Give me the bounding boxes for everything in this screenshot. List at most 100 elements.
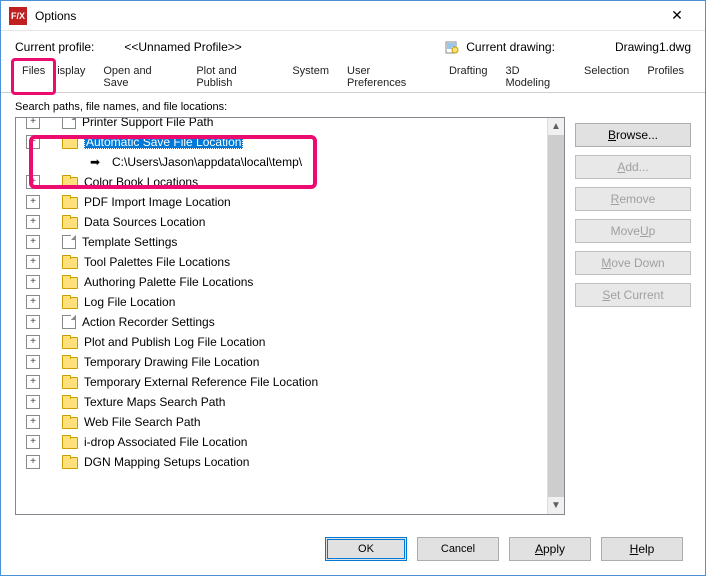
- tree-row[interactable]: +Authoring Palette File Locations: [20, 272, 547, 292]
- tab-display[interactable]: isplay: [54, 60, 94, 93]
- expand-icon[interactable]: +: [26, 255, 40, 269]
- side-buttons: Browse...Add...RemoveMove UpMove DownSet…: [575, 101, 691, 515]
- folder-icon: [62, 355, 78, 369]
- expand-icon[interactable]: +: [26, 355, 40, 369]
- tree-row[interactable]: + Action Recorder Settings: [20, 312, 547, 332]
- tree-item-label: Texture Maps Search Path: [84, 395, 225, 409]
- tree-item-label: DGN Mapping Setups Location: [84, 455, 249, 469]
- move-down-button: Move Down: [575, 251, 691, 275]
- expand-icon[interactable]: +: [26, 375, 40, 389]
- expand-icon[interactable]: +: [26, 395, 40, 409]
- tree-row[interactable]: + Color Book Locations: [20, 172, 547, 192]
- help-button[interactable]: Help: [601, 537, 683, 561]
- folder-icon: [62, 455, 78, 469]
- tree-row[interactable]: + Temporary External Reference File Locat…: [20, 372, 547, 392]
- tree-row[interactable]: + Data Sources Location: [20, 212, 547, 232]
- tab-files[interactable]: Files: [13, 60, 54, 93]
- file-icon: [62, 235, 76, 249]
- content-area: Search paths, file names, and file locat…: [1, 93, 705, 529]
- folder-icon: [62, 335, 78, 349]
- tree-row[interactable]: + Temporary Drawing File Location: [20, 352, 547, 372]
- collapse-icon[interactable]: −: [26, 135, 40, 149]
- tree-row[interactable]: + Texture Maps Search Path: [20, 392, 547, 412]
- tree-item-label: PDF Import Image Location: [84, 195, 231, 209]
- tab-3d-modeling[interactable]: 3D Modeling: [496, 60, 575, 93]
- tree-item-label: Template Settings: [82, 235, 177, 249]
- expand-icon[interactable]: +: [26, 415, 40, 429]
- tab-profiles[interactable]: Profiles: [638, 60, 693, 93]
- folder-icon: [62, 375, 78, 389]
- tree-caption: Search paths, file names, and file locat…: [15, 101, 565, 113]
- tree-view[interactable]: + Printer Support File Path − Automatic Sav…: [15, 117, 565, 515]
- scroll-thumb[interactable]: [548, 135, 564, 497]
- expand-icon[interactable]: +: [26, 435, 40, 449]
- tree-row[interactable]: + PDF Import Image Location: [20, 192, 547, 212]
- tree-item-label: Temporary Drawing File Location: [84, 355, 259, 369]
- folder-icon: [62, 275, 78, 289]
- expand-icon[interactable]: +: [26, 235, 40, 249]
- folder-icon: [62, 415, 78, 429]
- tree-row[interactable]: + Web File Search Path: [20, 412, 547, 432]
- remove-button: Remove: [575, 187, 691, 211]
- folder-icon: [62, 175, 78, 189]
- tree-row[interactable]: + Plot and Publish Log File Location: [20, 332, 547, 352]
- tree-row[interactable]: + i-drop Associated File Location: [20, 432, 547, 452]
- expand-icon[interactable]: +: [26, 175, 40, 189]
- tree-item-label: Log File Location: [84, 295, 175, 309]
- tree-row[interactable]: + DGN Mapping Setups Location: [20, 452, 547, 472]
- current-profile-label: Current profile:: [15, 40, 94, 54]
- tree-item-label: i-drop Associated File Location: [84, 435, 247, 449]
- tree-item-label: Plot and Publish Log File Location: [84, 335, 265, 349]
- folder-icon: [62, 435, 78, 449]
- move-up-button: Move Up: [575, 219, 691, 243]
- tree-row[interactable]: ➡C:\Users\Jason\appdata\local\temp\: [20, 152, 547, 172]
- expand-icon[interactable]: +: [26, 275, 40, 289]
- scrollbar[interactable]: ▲ ▼: [547, 118, 564, 514]
- expand-icon[interactable]: +: [26, 195, 40, 209]
- current-drawing-label: Current drawing:: [466, 40, 555, 54]
- tab-drafting[interactable]: Drafting: [440, 60, 497, 93]
- tree-row[interactable]: + Log File Location: [20, 292, 547, 312]
- tree-row[interactable]: + Tool Palettes File Locations: [20, 252, 547, 272]
- folder-icon: [62, 215, 78, 229]
- tree-item-label: Action Recorder Settings: [82, 315, 215, 329]
- cancel-button[interactable]: Cancel: [417, 537, 499, 561]
- folder-icon: [62, 135, 78, 149]
- current-profile-value: <<Unnamed Profile>>: [124, 40, 241, 54]
- file-icon: [62, 315, 76, 329]
- tree-item-label: Data Sources Location: [84, 215, 205, 229]
- scroll-up-icon[interactable]: ▲: [548, 118, 564, 135]
- tab-open-and-save[interactable]: Open and Save: [94, 60, 187, 93]
- expand-icon[interactable]: +: [26, 215, 40, 229]
- tree-item-label: Color Book Locations: [84, 175, 198, 189]
- tree-row[interactable]: + Template Settings: [20, 232, 547, 252]
- expand-icon[interactable]: +: [26, 335, 40, 349]
- current-drawing-value: Drawing1.dwg: [615, 40, 691, 54]
- tree-item-label: Tool Palettes File Locations: [84, 255, 230, 269]
- tree-item-label: C:\Users\Jason\appdata\local\temp\: [112, 155, 302, 169]
- expand-icon[interactable]: +: [26, 295, 40, 309]
- folder-icon: [62, 255, 78, 269]
- tab-plot-and-publish[interactable]: Plot and Publish: [187, 60, 283, 93]
- browse-button[interactable]: Browse...: [575, 123, 691, 147]
- expand-icon[interactable]: +: [26, 455, 40, 469]
- expand-icon[interactable]: +: [26, 118, 40, 129]
- tree-item-label: Web File Search Path: [84, 415, 201, 429]
- set-current-button: Set Current: [575, 283, 691, 307]
- close-button[interactable]: ✕: [657, 2, 697, 30]
- tab-user-preferences[interactable]: User Preferences: [338, 60, 440, 93]
- ok-button[interactable]: OK: [325, 537, 407, 561]
- expand-icon[interactable]: +: [26, 315, 40, 329]
- folder-icon: [62, 195, 78, 209]
- tree-item-label: Temporary External Reference File Locati…: [84, 375, 318, 389]
- tab-system[interactable]: System: [283, 60, 338, 93]
- scroll-down-icon[interactable]: ▼: [548, 497, 564, 514]
- titlebar: F/X Options ✕: [1, 1, 705, 31]
- tree-item-label: Automatic Save File Location: [84, 135, 243, 149]
- profile-row: Current profile: <<Unnamed Profile>> Cur…: [1, 35, 705, 59]
- tree-item-label: Printer Support File Path: [82, 118, 213, 129]
- apply-button[interactable]: Apply: [509, 537, 591, 561]
- tab-selection[interactable]: Selection: [575, 60, 638, 93]
- tree-row[interactable]: + Printer Support File Path: [20, 118, 547, 132]
- tree-row[interactable]: − Automatic Save File Location: [20, 132, 547, 152]
